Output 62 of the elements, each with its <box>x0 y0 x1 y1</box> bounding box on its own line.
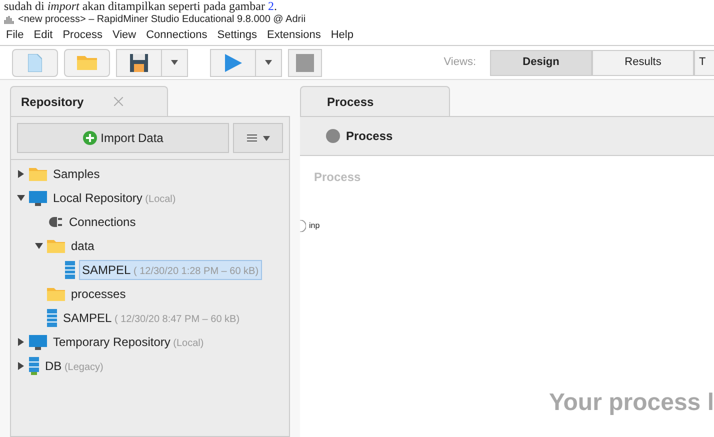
window-title: <new process> – RapidMiner Studio Educational 9.8.000 @ Adrii <box>18 13 306 27</box>
figure-link[interactable]: 2 <box>268 0 274 13</box>
menu-item[interactable]: Extensions <box>267 27 321 44</box>
folder-icon <box>29 167 47 181</box>
collapsed-arrow-icon[interactable] <box>17 170 25 178</box>
port-label: inp <box>309 220 320 232</box>
tree-item[interactable]: Connections <box>67 213 138 231</box>
input-port-icon[interactable] <box>300 220 306 232</box>
view-tab[interactable]: Results <box>592 50 694 76</box>
menu-item[interactable]: Connections <box>146 27 208 44</box>
view-tab[interactable]: Design <box>490 50 592 76</box>
menu-item[interactable]: Help <box>330 27 354 44</box>
play-icon <box>224 54 242 72</box>
menu-item[interactable]: Edit <box>34 27 53 44</box>
tree-item[interactable]: SAMPEL ( 12/30/20 1:28 PM – 60 kB) <box>79 260 262 280</box>
repository-tab[interactable]: Repository <box>10 86 168 116</box>
collapsed-arrow-icon[interactable] <box>17 338 25 346</box>
database-icon <box>29 357 39 375</box>
menu-item[interactable]: File <box>6 27 24 44</box>
stop-icon <box>296 54 314 72</box>
expanded-arrow-icon[interactable] <box>17 194 25 202</box>
tree-item[interactable]: Temporary Repository (Local) <box>51 333 206 351</box>
canvas-label: Process <box>314 169 362 186</box>
monitor-icon <box>29 334 47 350</box>
menu-icon <box>246 134 256 142</box>
caret-icon <box>171 60 178 65</box>
tree-item[interactable]: data <box>69 237 96 255</box>
menu-button[interactable] <box>233 123 283 153</box>
menu-item[interactable]: Settings <box>217 27 258 44</box>
view-tab[interactable]: T <box>694 50 714 76</box>
views-label: Views: <box>444 55 476 70</box>
tree-item[interactable]: Samples <box>51 165 102 183</box>
collapsed-arrow-icon[interactable] <box>17 362 25 370</box>
document-text: sudah di import akan ditampilkan seperti pada gambar 2. <box>3 0 278 13</box>
breadcrumb-item[interactable]: Process <box>346 127 393 145</box>
run-dropdown-button[interactable] <box>256 48 282 76</box>
app-logo-icon <box>4 14 14 24</box>
caret-icon <box>265 60 272 65</box>
plus-icon <box>82 131 97 145</box>
folder-icon <box>47 287 65 301</box>
save-dropdown-button[interactable] <box>162 48 188 76</box>
tree-item[interactable]: Local Repository (Local) <box>51 189 178 207</box>
import-data-button[interactable]: Import Data <box>17 123 229 153</box>
save-button[interactable] <box>116 48 162 76</box>
file-icon <box>28 54 42 72</box>
expanded-arrow-icon[interactable] <box>35 242 43 250</box>
plug-icon <box>47 216 63 228</box>
menu-item[interactable]: Process <box>62 27 102 44</box>
tree-item[interactable]: processes <box>69 285 128 303</box>
table-icon <box>65 261 75 279</box>
monitor-icon <box>29 190 47 206</box>
tree-item[interactable]: DB (Legacy) <box>43 357 106 375</box>
folder-icon <box>47 239 65 253</box>
run-button[interactable] <box>210 48 256 76</box>
menu-item[interactable]: View <box>112 27 136 44</box>
caret-icon <box>262 136 270 140</box>
process-tab[interactable]: Process <box>300 86 450 116</box>
table-icon <box>47 309 57 327</box>
tree-item[interactable]: SAMPEL ( 12/30/20 8:47 PM – 60 kB) <box>61 309 242 327</box>
canvas-hint: Your process l <box>549 388 714 418</box>
folder-icon <box>77 55 97 70</box>
process-icon <box>326 129 340 143</box>
